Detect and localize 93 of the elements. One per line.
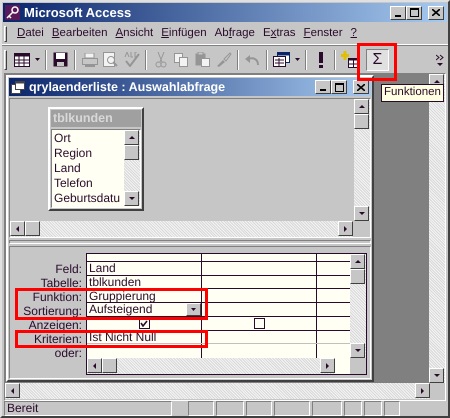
horizontal-scrollbar[interactable] bbox=[5, 383, 430, 399]
minimize-icon bbox=[395, 14, 401, 16]
maximize-icon bbox=[334, 82, 344, 92]
row-label: Sortierung: bbox=[23, 304, 82, 318]
scroll-thumb[interactable] bbox=[354, 114, 369, 129]
exclamation-icon bbox=[318, 52, 324, 68]
minimize-button[interactable] bbox=[390, 6, 406, 20]
close-icon bbox=[432, 9, 440, 16]
printer-icon bbox=[82, 52, 98, 66]
menu-item[interactable]: Abfrage bbox=[210, 24, 259, 42]
query-window-title: qrylaenderliste : Auswahlabfrage bbox=[29, 80, 226, 94]
toolbar-grip bbox=[4, 50, 7, 70]
grid-cell[interactable]: Land bbox=[87, 262, 201, 274]
caret-icon bbox=[34, 58, 40, 61]
scroll-right-button[interactable] bbox=[320, 358, 335, 374]
tooltip: Funktionen bbox=[381, 84, 444, 102]
print-preview-icon bbox=[103, 52, 118, 67]
minimize-button[interactable] bbox=[315, 80, 331, 94]
maximize-button[interactable] bbox=[331, 80, 347, 94]
row-label: Funktion: bbox=[32, 290, 82, 304]
scroll-thumb[interactable] bbox=[102, 358, 117, 374]
scroll-down-button[interactable] bbox=[124, 191, 139, 206]
scrollbar-corner bbox=[350, 358, 366, 374]
menu-item[interactable]: Bearbeiten bbox=[48, 24, 112, 42]
window-title: Microsoft Access bbox=[24, 6, 132, 19]
maximize-button[interactable] bbox=[406, 6, 422, 20]
scroll-up-button[interactable] bbox=[124, 130, 139, 145]
copy-icon bbox=[174, 52, 189, 66]
caret-icon bbox=[294, 58, 300, 61]
status-text: Bereit bbox=[4, 401, 172, 416]
field-name[interactable]: Region bbox=[54, 147, 124, 160]
paintbrush-icon bbox=[216, 52, 232, 67]
show-checkbox[interactable] bbox=[254, 318, 264, 329]
menu-item[interactable]: Extras bbox=[258, 24, 300, 42]
scroll-up-button[interactable] bbox=[350, 254, 365, 269]
scroll-thumb[interactable] bbox=[25, 221, 40, 236]
scroll-left-button[interactable] bbox=[87, 358, 102, 374]
scroll-left-button[interactable] bbox=[10, 221, 25, 236]
row-label: Anzeigen: bbox=[28, 318, 82, 332]
key-icon bbox=[5, 5, 20, 20]
vertical-scrollbar[interactable] bbox=[354, 99, 370, 221]
scroll-down-button[interactable] bbox=[350, 343, 365, 358]
close-button[interactable] bbox=[428, 6, 444, 20]
chevron-icon bbox=[436, 54, 444, 66]
scroll-down-button[interactable] bbox=[429, 368, 444, 383]
field-name[interactable]: Telefon bbox=[54, 177, 124, 190]
vertical-scrollbar[interactable] bbox=[350, 254, 366, 358]
field-name[interactable]: Land bbox=[54, 162, 124, 175]
close-icon bbox=[357, 84, 365, 90]
menu-item[interactable]: Fenster bbox=[300, 24, 347, 42]
table-title: tblkunden bbox=[51, 110, 141, 127]
field-name[interactable]: Geburtsdatu bbox=[54, 192, 124, 205]
row-label: Kriterien: bbox=[34, 332, 82, 346]
scroll-thumb[interactable] bbox=[350, 269, 365, 284]
grid-cell[interactable]: Ist Nicht Null bbox=[87, 331, 201, 343]
scroll-right-button[interactable] bbox=[415, 383, 430, 398]
grid-cell[interactable]: tblkunden bbox=[87, 276, 201, 288]
clipboard-icon bbox=[194, 52, 210, 67]
horizontal-scrollbar[interactable] bbox=[10, 221, 353, 237]
horizontal-scrollbar[interactable] bbox=[87, 358, 335, 374]
scroll-right-button[interactable] bbox=[338, 221, 353, 236]
scroll-down-button[interactable] bbox=[354, 206, 369, 221]
row-label: Tabelle: bbox=[40, 276, 82, 290]
add-table-icon bbox=[340, 51, 358, 68]
menu-item[interactable]: ? bbox=[346, 24, 361, 42]
pane-splitter[interactable] bbox=[9, 240, 371, 244]
query-icon bbox=[11, 80, 25, 94]
row-label: Feld: bbox=[55, 262, 82, 276]
maximize-icon bbox=[410, 8, 418, 17]
scroll-thumb[interactable] bbox=[124, 145, 139, 160]
caret-icon bbox=[191, 308, 196, 311]
vertical-scrollbar[interactable] bbox=[124, 130, 140, 206]
scissors-icon bbox=[154, 52, 166, 68]
scroll-left-button[interactable] bbox=[5, 383, 20, 398]
menu-item[interactable]: Einfügen bbox=[157, 24, 211, 42]
field-name[interactable]: Ort bbox=[54, 132, 124, 145]
minimize-icon bbox=[320, 89, 326, 91]
show-table-button[interactable] bbox=[339, 48, 360, 70]
grid-cell[interactable]: Gruppierung bbox=[87, 290, 201, 302]
checkmark-icon bbox=[140, 320, 148, 327]
menu-item[interactable]: Ansicht bbox=[112, 24, 158, 42]
spelling-check-icon bbox=[124, 52, 140, 67]
menu-grip bbox=[4, 26, 7, 42]
datasheet-icon bbox=[14, 52, 30, 66]
undo-icon bbox=[245, 54, 260, 66]
row-label: oder: bbox=[54, 346, 82, 360]
grid-cell[interactable]: Aufsteigend bbox=[87, 303, 186, 316]
window-icon bbox=[273, 52, 290, 67]
dropdown-button[interactable] bbox=[186, 302, 201, 316]
functions-button[interactable]: Σ bbox=[366, 48, 389, 70]
scroll-up-button[interactable] bbox=[354, 99, 369, 114]
close-button[interactable] bbox=[353, 80, 369, 94]
menu-item[interactable]: Datei bbox=[13, 24, 48, 42]
